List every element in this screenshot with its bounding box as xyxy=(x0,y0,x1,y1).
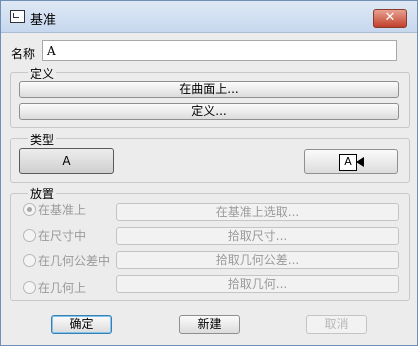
datum-symbol-icon: A xyxy=(339,154,357,171)
type-a-button[interactable]: A xyxy=(19,148,114,174)
radio-selected-icon xyxy=(23,203,36,216)
close-button[interactable]: ✕ xyxy=(373,9,407,28)
placement-group-label: 放置 xyxy=(28,185,57,202)
type-a-label: A xyxy=(62,154,71,168)
define-button[interactable]: 定义... xyxy=(19,103,399,120)
title-bar: 基准 ✕ xyxy=(1,1,417,33)
placement-option-label: 在几何公差中 xyxy=(38,254,111,268)
window-title: 基准 xyxy=(30,13,57,28)
radio-icon xyxy=(23,254,36,267)
on-surface-button[interactable]: 在曲面上... xyxy=(19,81,399,98)
arrow-left-icon xyxy=(356,157,364,167)
ok-button[interactable]: 确定 xyxy=(51,315,112,334)
datum-dialog: 基准 ✕ 名称 定义 在曲面上... 定义... 类型 A A 放置 在基准上 … xyxy=(0,0,418,346)
placement-option-label: 在基准上 xyxy=(38,203,87,217)
type-arrow-button[interactable]: A xyxy=(304,149,398,174)
name-label: 名称 xyxy=(11,47,36,61)
type-group-label: 类型 xyxy=(28,131,57,148)
placement-option-label: 在尺寸中 xyxy=(38,229,87,243)
placement-option-label: 在几何上 xyxy=(38,281,87,295)
app-icon xyxy=(10,10,25,23)
radio-icon xyxy=(23,281,36,294)
new-button[interactable]: 新建 xyxy=(179,315,240,334)
name-input[interactable] xyxy=(42,40,397,61)
definition-group-label: 定义 xyxy=(28,65,57,82)
pick-gtol-button[interactable]: 拾取几何公差... xyxy=(116,251,399,269)
cancel-button[interactable]: 取消 xyxy=(306,315,367,334)
pick-geometry-button[interactable]: 拾取几何... xyxy=(116,275,399,293)
pick-dimension-button[interactable]: 拾取尺寸... xyxy=(116,227,399,245)
close-icon: ✕ xyxy=(384,10,396,25)
radio-icon xyxy=(23,229,36,242)
select-on-datum-button[interactable]: 在基准上选取... xyxy=(116,203,399,221)
